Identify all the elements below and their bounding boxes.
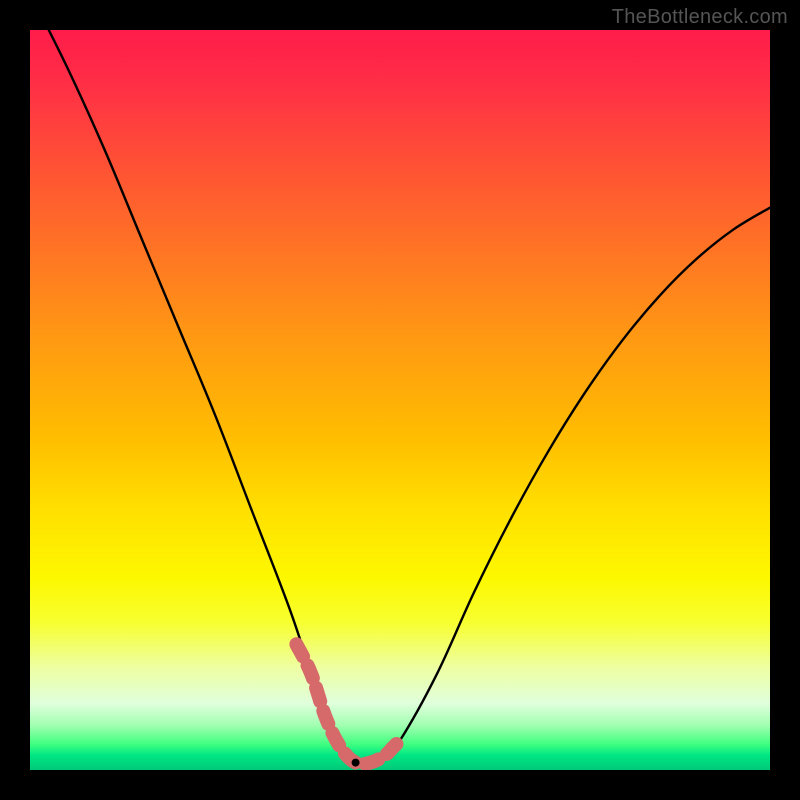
- watermark-text: TheBottleneck.com: [612, 6, 788, 29]
- bottleneck-curve-svg: [30, 30, 770, 770]
- chart-container: TheBottleneck.com: [0, 0, 800, 800]
- minimum-point-marker: [352, 759, 360, 767]
- optimal-highlight-path: [296, 644, 400, 764]
- bottleneck-curve-path: [30, 30, 770, 764]
- plot-area: [30, 30, 770, 770]
